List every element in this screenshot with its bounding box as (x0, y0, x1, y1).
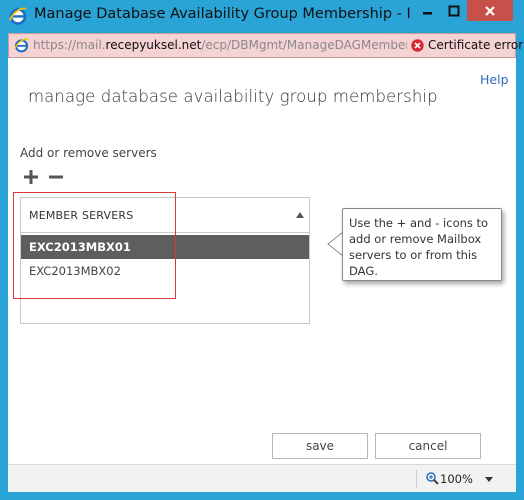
close-button[interactable] (467, 0, 513, 21)
maximize-button[interactable] (441, 0, 467, 21)
url-prefix: https://mail. (33, 38, 106, 52)
page-title: manage database availability group membe… (28, 87, 438, 106)
url-host: recepyuksel.net (105, 38, 202, 52)
callout-text: Use the + and - icons to add or remove M… (349, 216, 489, 278)
status-bar: 100% (8, 464, 516, 492)
window-title: Manage Database Availability Group Membe… (34, 6, 410, 22)
zoom-level[interactable]: 100% (440, 472, 473, 486)
plus-icon[interactable] (22, 168, 40, 186)
certificate-error-label[interactable]: Certificate error (428, 38, 523, 52)
url-text[interactable]: https://mail.recepyuksel.net/ecp/DBMgmt/… (33, 38, 407, 52)
address-bar[interactable]: https://mail.recepyuksel.net/ecp/DBMgmt/… (8, 33, 523, 58)
cancel-button[interactable]: cancel (375, 433, 481, 459)
status-divider (416, 470, 417, 488)
minimize-button[interactable] (414, 0, 441, 21)
save-button[interactable]: save (272, 433, 368, 459)
zoom-icon[interactable] (426, 472, 439, 485)
minus-icon[interactable] (48, 168, 64, 186)
callout-arrow (327, 232, 343, 256)
certificate-error-icon[interactable] (411, 39, 424, 52)
maximize-icon (448, 5, 460, 16)
url-path: /ecp/DBMgmt/ManageDAGMembership. (201, 38, 407, 52)
minimize-icon (422, 11, 432, 14)
ie-page-icon (14, 38, 29, 53)
help-callout: Use the + and - icons to add or remove M… (342, 208, 502, 281)
chevron-down-icon[interactable] (485, 477, 493, 482)
title-bar[interactable]: Manage Database Availability Group Membe… (0, 0, 524, 33)
sort-ascending-icon[interactable] (296, 212, 304, 218)
close-icon (485, 5, 495, 16)
help-link[interactable]: Help (480, 72, 509, 87)
annotation-highlight-box (13, 192, 176, 299)
section-label: Add or remove servers (20, 146, 157, 160)
ie-icon (9, 7, 27, 25)
